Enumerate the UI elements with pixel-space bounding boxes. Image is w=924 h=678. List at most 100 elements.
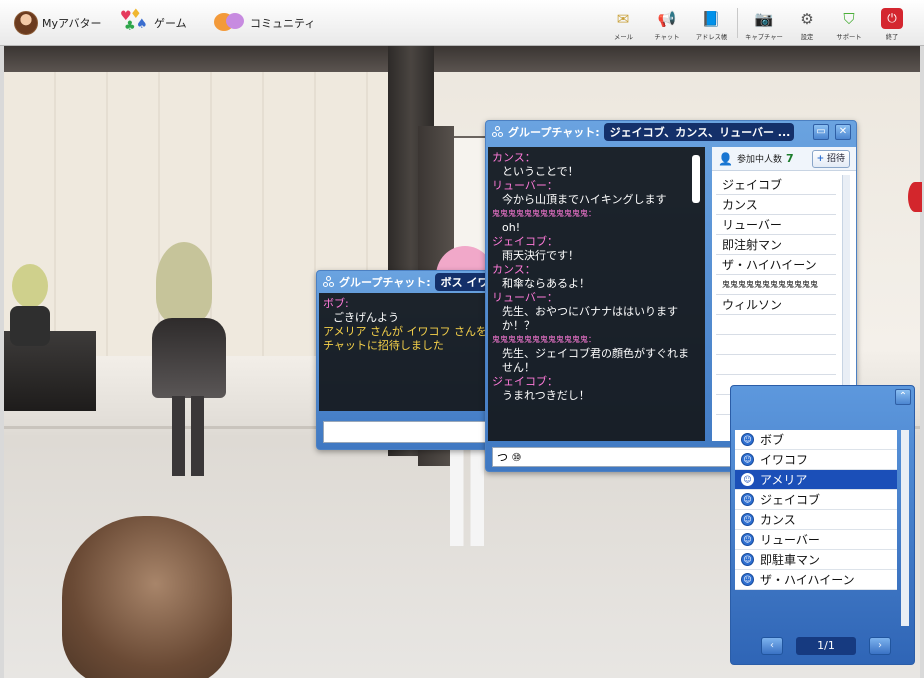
nav-my-avatar-label: Myアバター — [42, 17, 102, 30]
smile-icon: ☺ — [741, 493, 754, 506]
smile-icon: ☺ — [741, 573, 754, 586]
nav-game[interactable]: ♥ ♦ ♣ ♠ ゲーム — [120, 7, 187, 36]
friend-row[interactable]: ☺ イワコフ — [735, 450, 897, 470]
friend-name: イワコフ — [760, 453, 809, 467]
chat-window-titlebar[interactable]: グループチャット: ジェイコブ、カンス、リューバー ... — [486, 121, 856, 143]
nav-community[interactable]: コミュニティ — [214, 10, 315, 36]
chat-speaker: ジェイコブ： — [492, 235, 558, 248]
chat-log-scrollbar[interactable] — [691, 151, 701, 211]
chat-input[interactable] — [323, 421, 493, 443]
member-list: ジェイコブ カンス リューバー 即注射マン ザ・ハイハイーン 鬼鬼鬼鬼鬼鬼鬼鬼鬼… — [716, 175, 836, 415]
member-row — [716, 315, 836, 335]
chat-message: 今から山頂までハイキングします — [502, 193, 667, 206]
chat-message: 先生、ジェイコブ君の顔色がすぐれません！ — [502, 347, 689, 374]
smile-icon: ☺ — [741, 453, 754, 466]
member-row[interactable]: ザ・ハイハイーン — [716, 255, 836, 275]
chat-message: ごきげんよう — [333, 311, 399, 324]
cards-icon: ♥ ♦ ♣ ♠ — [120, 7, 148, 34]
friend-name: ザ・ハイハイーン — [760, 573, 855, 587]
member-row[interactable]: ジェイコブ — [716, 175, 836, 195]
chat-speaker: ジェイコブ： — [492, 375, 558, 388]
group-icon — [492, 126, 504, 138]
collapse-button[interactable]: ⌃ — [895, 389, 911, 405]
scrollbar-thumb[interactable] — [692, 155, 700, 203]
player-avatar[interactable] — [62, 516, 232, 678]
tool-address-book[interactable]: 📘 アドレス帳 — [691, 4, 731, 42]
friend-row[interactable]: ☺ ボブ — [735, 430, 897, 450]
tool-exit[interactable]: ⏻ 終了 — [872, 4, 912, 42]
tool-chat[interactable]: 📢 チャット — [647, 4, 687, 42]
plus-icon: + — [816, 154, 825, 164]
member-row — [716, 355, 836, 375]
friend-name: アメリア — [760, 473, 808, 487]
friend-row-selected[interactable]: ☺ アメリア — [735, 470, 897, 490]
group-icon — [323, 276, 335, 288]
friend-row[interactable]: ☺ ザ・ハイハイーン — [735, 570, 897, 590]
addressbook-icon: 📘 — [701, 9, 721, 28]
member-row[interactable]: 即注射マン — [716, 235, 836, 255]
nav-community-label: コミュニティ — [250, 17, 316, 30]
next-page-button[interactable]: › — [869, 637, 891, 655]
invite-label: 招待 — [826, 154, 845, 164]
nav-my-avatar[interactable]: Myアバター — [14, 10, 102, 36]
chat-message: ということで！ — [502, 165, 579, 178]
friend-list: ☺ ボブ ☺ イワコフ ☺ アメリア ☺ ジェイコブ ☺ カンス ☺ リューバー… — [735, 430, 897, 590]
invite-button[interactable]: + 招待 — [811, 150, 850, 168]
friend-row[interactable]: ☺ リューバー — [735, 530, 897, 550]
friend-list-panel: ⌃ ☺ ボブ ☺ イワコフ ☺ アメリア ☺ ジェイコブ ☺ カンス ☺ リュー… — [730, 385, 915, 665]
avatar-character[interactable] — [12, 264, 48, 308]
tool-mail[interactable]: ✉ メール — [603, 4, 643, 42]
tool-settings[interactable]: ⚙ 設定 — [787, 4, 827, 42]
member-row[interactable]: リューバー — [716, 215, 836, 235]
tool-capture[interactable]: 📷 キャプチャー — [744, 4, 784, 42]
mail-icon: ✉ — [616, 9, 630, 28]
chat-message: 先生、おやつにバナナははいりますか！？ — [502, 305, 678, 332]
friend-list-scrollbar[interactable] — [901, 430, 909, 626]
smile-icon: ☺ — [741, 433, 754, 446]
chat-speaker: カンス： — [492, 263, 536, 276]
chat-title: グループチャット: — [339, 276, 431, 289]
exit-icon: ⏻ — [881, 8, 903, 29]
smile-icon: ☺ — [741, 513, 754, 526]
chat-message: 雨天決行です！ — [502, 249, 579, 262]
chat-speaker: リューバー： — [492, 179, 558, 192]
chat-bubbles-icon — [214, 11, 246, 35]
close-button[interactable]: ✕ — [835, 124, 851, 140]
member-row[interactable]: 鬼鬼鬼鬼鬼鬼鬼鬼鬼鬼鬼鬼 — [716, 275, 836, 295]
friend-name: ボブ — [760, 433, 785, 447]
tool-support[interactable]: ⛉ サポート — [829, 4, 869, 42]
chat-speaker: ボブ: — [323, 297, 349, 310]
participants-count: 7 — [785, 152, 794, 165]
settings-icon: ⚙ — [800, 9, 814, 28]
chat-message: 和傘ならあるよ！ — [502, 277, 590, 290]
friend-row[interactable]: ☺ ジェイコブ — [735, 490, 897, 510]
participants-header: 👤 参加中人数 7 + 招待 — [712, 147, 856, 171]
avatar-icon — [14, 11, 38, 35]
friend-list-pager: ‹ 1/1 › — [761, 636, 891, 656]
nav-game-label: ゲーム — [154, 17, 187, 30]
friend-name: 即駐車マン — [760, 553, 821, 567]
minimize-button[interactable]: ▭ — [813, 124, 829, 140]
member-row[interactable]: ウィルソン — [716, 295, 836, 315]
member-row[interactable]: カンス — [716, 195, 836, 215]
top-toolbar: Myアバター ♥ ♦ ♣ ♠ ゲーム コミュニティ ✉ メール 📢 チャット 📘… — [0, 0, 924, 46]
chat-message: oh! — [502, 221, 521, 234]
friend-row[interactable]: ☺ 即駐車マン — [735, 550, 897, 570]
chat-speaker: 鬼鬼鬼鬼鬼鬼鬼鬼鬼鬼鬼鬼： — [492, 209, 596, 218]
prev-page-button[interactable]: ‹ — [761, 637, 783, 655]
chat-speaker: 鬼鬼鬼鬼鬼鬼鬼鬼鬼鬼鬼鬼： — [492, 335, 596, 344]
friend-name: リューバー — [760, 533, 820, 547]
friend-name: カンス — [760, 513, 796, 527]
smile-icon: ☺ — [741, 473, 754, 486]
chat-members-title: ジェイコブ、カンス、リューバー ... — [603, 123, 794, 141]
system-message: アメリア さんが イワコフ さんをチャットに招待しました — [323, 325, 487, 352]
support-icon: ⛉ — [843, 9, 855, 28]
avatar-character[interactable] — [156, 242, 212, 322]
friend-row[interactable]: ☺ カンス — [735, 510, 897, 530]
smile-icon: ☺ — [741, 533, 754, 546]
smile-icon: ☺ — [741, 553, 754, 566]
chat-icon: 📢 — [657, 9, 677, 28]
member-row — [716, 335, 836, 355]
person-icon: 👤 — [718, 151, 733, 166]
page-indicator: 1/1 — [796, 637, 856, 655]
